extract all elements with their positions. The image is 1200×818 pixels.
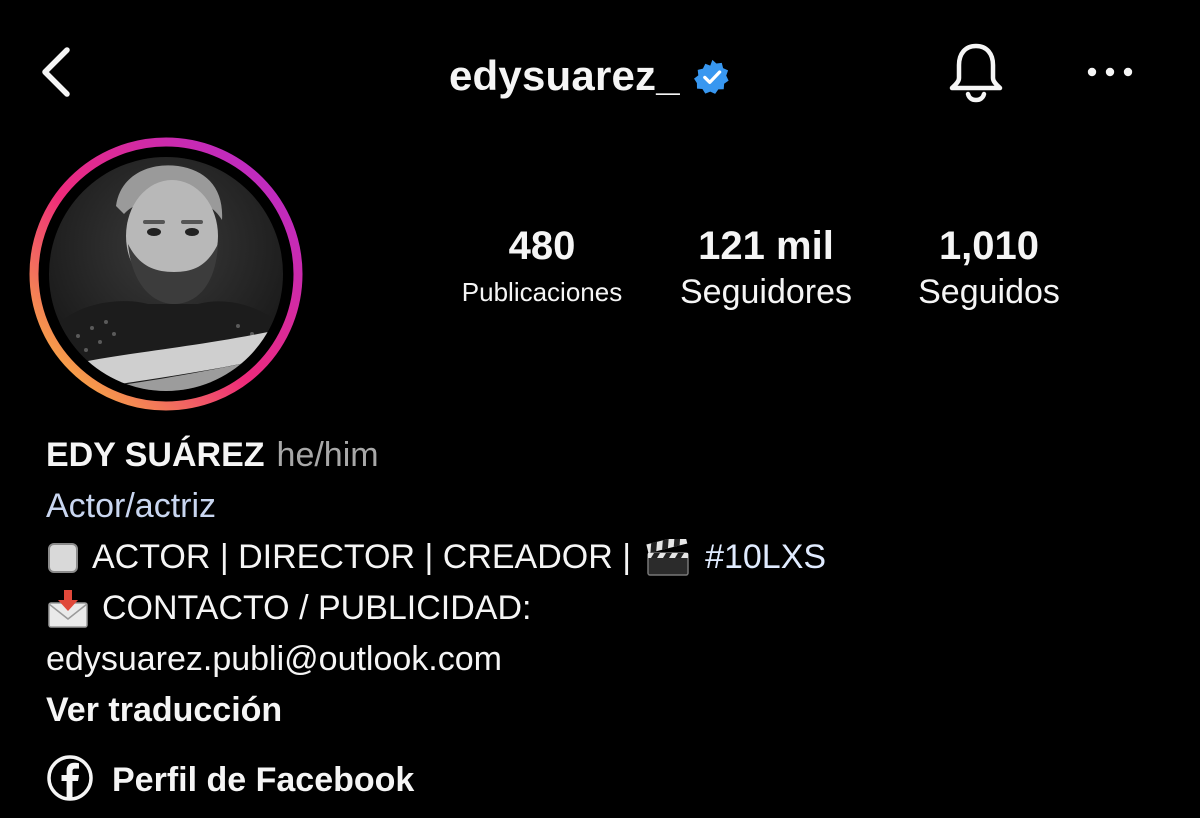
email-link[interactable]: edysuarez.publi@outlook.com (46, 634, 502, 685)
bio-line-email: edysuarez.publi@outlook.com (46, 634, 1146, 685)
bell-icon (947, 40, 1005, 109)
see-translation-link[interactable]: Ver traducción (46, 685, 282, 736)
back-button[interactable] (32, 44, 80, 104)
facebook-icon (46, 754, 94, 807)
stat-posts-label: Publicaciones (461, 277, 623, 307)
stat-following-label: Seguidos (918, 273, 1060, 311)
avatar (29, 137, 303, 411)
bio-roles-text: ACTOR | DIRECTOR | CREADOR | (92, 538, 632, 576)
verified-badge-icon (693, 59, 730, 95)
bio-category-line: Actor/actriz (46, 481, 1146, 532)
facebook-profile-label: Perfil de Facebook (112, 760, 415, 799)
display-name: EDY SUÁREZ (46, 436, 265, 474)
bio-line-translate: Ver traducción (46, 685, 1146, 736)
envelope-arrow-icon (46, 589, 90, 629)
hashtag-link[interactable]: #10LXS (705, 532, 826, 583)
more-horizontal-icon (1086, 65, 1134, 83)
stat-posts[interactable]: 480 Publicaciones (438, 222, 646, 314)
more-options-button[interactable] (1082, 52, 1138, 96)
facebook-profile-link[interactable]: Perfil de Facebook (46, 754, 415, 807)
bio-line-contact: CONTACTO / PUBLICIDAD: (46, 583, 1146, 634)
clapperboard-icon (645, 538, 691, 577)
profile-category: Actor/actriz (46, 487, 217, 525)
profile-avatar-story[interactable] (28, 136, 304, 412)
stat-posts-value: 480 (508, 224, 576, 268)
bio-name-line: EDY SUÁREZ he/him (46, 430, 1146, 481)
profile-bio: EDY SUÁREZ he/him Actor/actriz ACTOR | D… (46, 430, 1146, 736)
stat-followers-value: 121 mil (698, 224, 834, 268)
bio-line-roles: ACTOR | DIRECTOR | CREADOR | #10LXS (46, 532, 1146, 583)
username: edysuarez_ (449, 52, 680, 99)
white-square-icon (46, 541, 80, 575)
stat-following[interactable]: 1,010 Seguidos (896, 222, 1082, 314)
chevron-left-icon (39, 46, 73, 103)
notifications-button[interactable] (944, 40, 1008, 108)
stat-following-value: 1,010 (938, 224, 1040, 268)
bio-contact-text: CONTACTO / PUBLICIDAD: (102, 589, 532, 627)
profile-header-title: edysuarez_ (449, 48, 730, 104)
pronouns: he/him (276, 436, 379, 474)
stat-followers[interactable]: 121 mil Seguidores (660, 222, 872, 314)
stat-followers-label: Seguidores (679, 273, 852, 311)
